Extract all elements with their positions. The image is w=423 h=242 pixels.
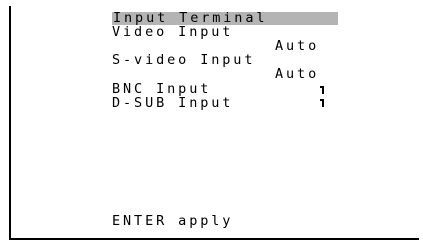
menu-item-video-input[interactable]: Video Input (112, 25, 233, 39)
menu-item-s-video-input[interactable]: S-video Input (112, 53, 255, 67)
corner-marker-icon (320, 99, 324, 107)
enter-apply-hint: ENTER apply (112, 213, 234, 229)
osd-screen: Input Terminal Video Input Auto S-video … (9, 6, 419, 240)
video-input-value[interactable]: Auto (275, 39, 319, 53)
corner-marker-icon (320, 86, 324, 94)
osd-menu: Input Terminal Video Input Auto S-video … (11, 6, 419, 238)
menu-item-d-sub-input[interactable]: D-SUB Input (112, 96, 233, 110)
s-video-input-value[interactable]: Auto (275, 67, 319, 81)
